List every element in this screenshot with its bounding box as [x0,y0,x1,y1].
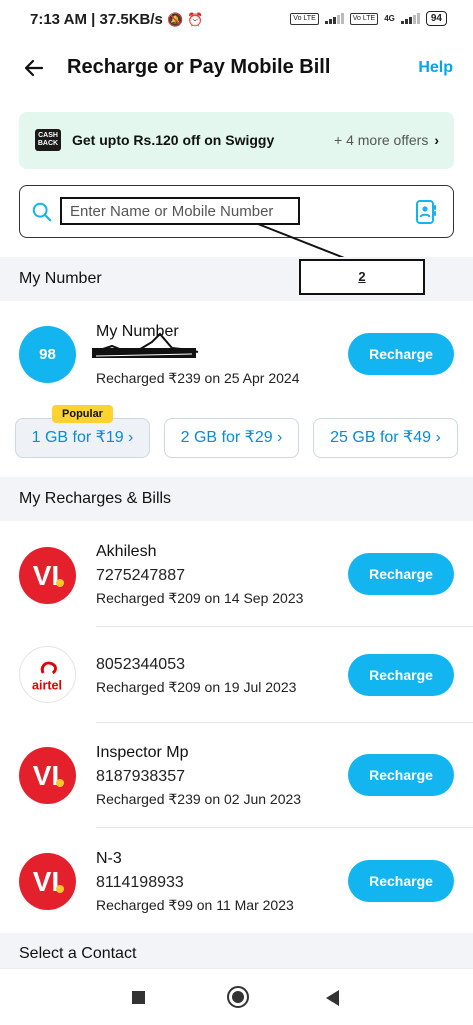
svg-text:VI: VI [33,560,59,591]
divider [96,722,473,723]
cashback-icon: CASH BACK [35,129,61,151]
recharge-item-recharged: Recharged ₹99 on 11 Mar 2023 [96,897,294,913]
section-title-recharges: My Recharges & Bills [19,490,172,507]
status-icons: Vo LTE Vo LTE 4G 94 [290,11,447,26]
status-bar: 7:13 AM | 37.5KB/s 🔕 ⏰ Vo LTE Vo LTE 4G … [0,0,473,40]
offer-text: Get upto Rs.120 off on Swiggy [72,132,275,148]
recharge-item-name: Inspector Mp [96,744,189,761]
home-icon[interactable] [227,986,249,1008]
volte-icon: Vo LTE [290,12,319,25]
recharge-item-name: N-3 [96,850,122,867]
page-title: Recharge or Pay Mobile Bill [67,56,331,78]
recharge-item-number: 8114198933 [96,874,184,891]
search-box[interactable] [19,185,454,238]
battery-icon: 94 [425,11,447,26]
svg-text:airtel: airtel [32,678,62,692]
plan-chip-25gb[interactable]: 25 GB for ₹49 › [313,418,458,458]
section-title-my-number: My Number [19,270,102,287]
recharge-item-recharged: Recharged ₹239 on 02 Jun 2023 [96,791,302,807]
status-time: 7:13 AM | 37.5KB/s 🔕 ⏰ [30,11,204,28]
more-offers-link[interactable]: + 4 more offers › [334,132,439,148]
more-offers-label: + 4 more offers [334,132,429,148]
recharge-item-number: 8052344053 [96,656,185,673]
signal-icon-2 [400,13,420,24]
divider [96,626,473,627]
back-arrow-icon[interactable] [22,56,46,80]
plan-chip-1gb[interactable]: 1 GB for ₹19 › [15,418,150,458]
section-my-recharges: My Recharges & Bills [0,477,473,521]
recharge-button[interactable]: Recharge [348,860,454,902]
plan-chip-2gb[interactable]: 2 GB for ₹29 › [164,418,299,458]
back-icon[interactable] [326,990,339,1006]
recharge-item-recharged: Recharged ₹209 on 19 Jul 2023 [96,679,297,695]
section-select-contact: Select a Contact [0,933,473,968]
search-icon [32,202,52,222]
search-input[interactable] [60,197,300,225]
recharge-button-my-number[interactable]: Recharge [348,333,454,375]
navigation-bar [0,968,473,1025]
help-link[interactable]: Help [418,59,453,77]
annotation-label: 2 [299,259,425,295]
contact-book-icon[interactable] [415,199,437,225]
airtel-logo-icon: airtel [19,646,76,703]
recharge-button[interactable]: Recharge [348,553,454,595]
avatar: 98 [19,326,76,383]
vi-logo-icon: VI [19,547,76,604]
mute-icon: 🔕 [167,12,184,27]
redaction-scribble [92,332,199,358]
svg-text:VI: VI [33,760,59,791]
recharge-button[interactable]: Recharge [348,654,454,696]
signal-icon [324,13,344,24]
recharge-item-name: Akhilesh [96,543,157,560]
section-title-select-contact: Select a Contact [19,945,137,962]
svg-text:VI: VI [33,866,59,897]
popular-badge: Popular [52,405,113,423]
offer-banner[interactable]: CASH BACK Get upto Rs.120 off on Swiggy … [19,112,454,169]
alarm-icon: ⏰ [187,12,204,27]
recharge-item-number: 8187938357 [96,768,185,785]
vi-logo-icon: VI [19,853,76,910]
recharge-item-recharged: Recharged ₹209 on 14 Sep 2023 [96,590,304,606]
header: Recharge or Pay Mobile Bill Help [0,40,473,96]
chevron-right-icon: › [434,132,439,148]
recharge-item-number: 7275247887 [96,567,185,584]
divider [96,827,473,828]
recents-icon[interactable] [132,991,145,1004]
my-number-recharged: Recharged ₹239 on 25 Apr 2024 [96,370,300,386]
network-type: 4G [384,14,395,23]
volte-icon-2: Vo LTE [349,12,379,25]
vi-logo-icon: VI [19,747,76,804]
recharge-button[interactable]: Recharge [348,754,454,796]
